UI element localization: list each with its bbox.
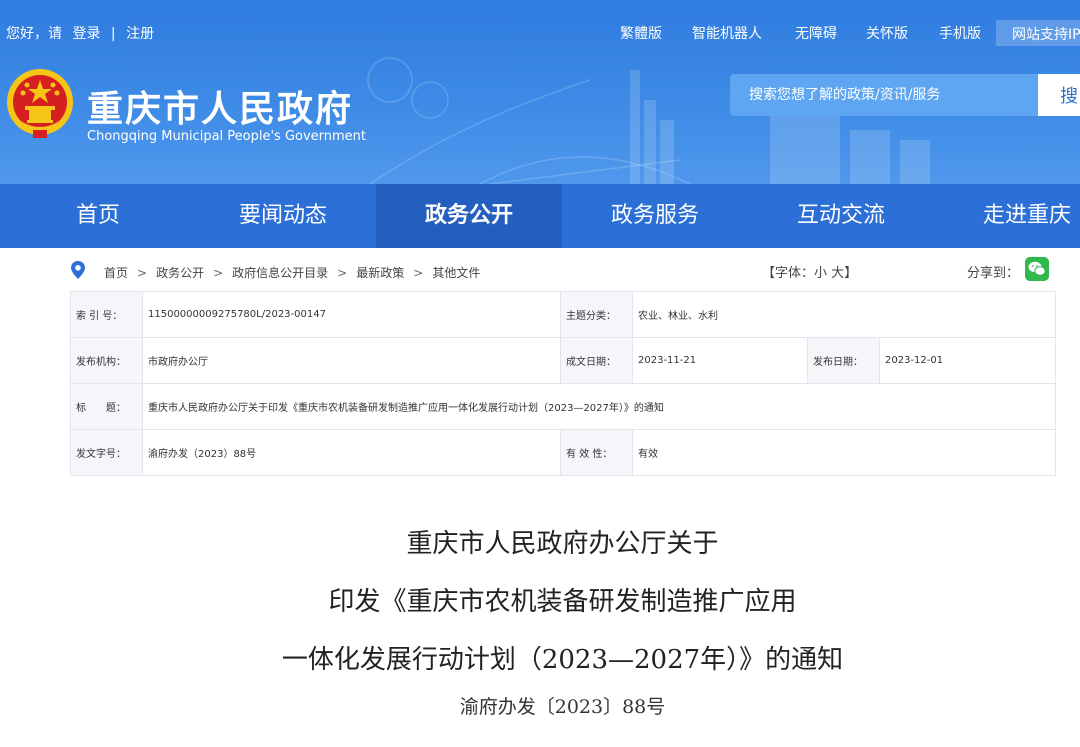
breadcrumb-latest-policy[interactable]: 最新政策 — [356, 264, 404, 281]
title-label: 标 题： — [70, 383, 143, 430]
wechat-icon[interactable] — [1025, 257, 1049, 281]
greeting-text: 您好，请 — [6, 26, 62, 42]
search-box — [730, 74, 1040, 116]
search-button[interactable]: 搜 — [1038, 74, 1080, 116]
nav-government-affairs[interactable]: 政务公开 — [376, 184, 562, 248]
table-row: 发布机构： 市政府办公厅 成文日期： 2023-11-21 发布日期： 2023… — [70, 337, 1057, 384]
breadcrumb-separator: > — [213, 266, 224, 280]
font-size-control: 【字体：小 大】 — [762, 262, 857, 281]
care-mode-link[interactable]: 关怀版 — [866, 23, 908, 43]
document-number-label: 发文字号： — [70, 429, 143, 476]
document-number: 渝府办发〔2023〕88号 — [459, 696, 666, 718]
nav-about-chongqing[interactable]: 走进重庆 — [934, 184, 1080, 248]
validity-label: 有 效 性： — [560, 429, 633, 476]
nav-home[interactable]: 首页 — [5, 184, 191, 248]
breadcrumb-separator: > — [413, 266, 424, 280]
published-date-label: 发布日期： — [807, 337, 880, 384]
search-input[interactable] — [730, 74, 1040, 116]
title-value: 重庆市人民政府办公厅关于印发《重庆市农机装备研发制造推广应用一体化发展行动计划（… — [141, 383, 1057, 430]
site-support-ip[interactable]: 网站支持IP — [996, 20, 1080, 46]
location-pin-icon — [71, 261, 85, 279]
breadcrumb-other-documents[interactable]: 其他文件 — [432, 264, 480, 281]
breadcrumb-home[interactable]: 首页 — [104, 264, 128, 281]
index-number-label: 索 引 号： — [70, 291, 143, 338]
breadcrumb: 首页 > 政务公开 > 政府信息公开目录 > 最新政策 > 其他文件 — [104, 264, 480, 281]
site-title[interactable]: 重庆市人民政府 — [87, 80, 353, 132]
document-title: 重庆市人民政府办公厅关于 印发《重庆市农机装备研发制造推广应用 一体化发展行动计… — [0, 520, 1080, 694]
topic-label: 主题分类： — [560, 291, 633, 338]
written-date-value: 2023-11-21 — [632, 337, 808, 384]
validity-value: 有效 — [631, 429, 1057, 476]
accessibility-link[interactable]: 无障碍 — [795, 23, 837, 43]
table-row: 标 题： 重庆市人民政府办公厅关于印发《重庆市农机装备研发制造推广应用一体化发展… — [70, 383, 1057, 430]
nav-news[interactable]: 要闻动态 — [190, 184, 376, 248]
breadcrumb-separator: > — [137, 266, 148, 280]
breadcrumb-government-affairs[interactable]: 政务公开 — [156, 264, 204, 281]
mobile-version-link[interactable]: 手机版 — [939, 23, 981, 43]
document-number-value: 渝府办发（2023）88号 — [142, 429, 561, 476]
login-divider: | — [110, 26, 116, 42]
login-link[interactable]: 登录 — [72, 26, 100, 42]
nav-services[interactable]: 政务服务 — [562, 184, 748, 248]
font-small-button[interactable]: 小 — [814, 266, 827, 281]
issuer-value: 市政府办公厅 — [142, 337, 561, 384]
site-header: 您好，请 登录 | 注册 繁體版 智能机器人 无障碍 关怀版 手机版 网站支持I… — [0, 0, 1080, 184]
site-subtitle: Chongqing Municipal People's Government — [87, 129, 367, 144]
font-size-label: 【字体： — [762, 266, 815, 281]
national-emblem-icon — [7, 69, 73, 138]
written-date-label: 成文日期： — [560, 337, 633, 384]
font-size-close: 】 — [844, 266, 858, 281]
topic-value: 农业、林业、水利 — [631, 291, 1057, 338]
published-date-value: 2023-12-01 — [878, 337, 1057, 384]
document-title-line-3: 一体化发展行动计划（2023—2027年）》的通知 — [281, 645, 844, 675]
share-label: 分享到： — [967, 266, 1020, 281]
register-link[interactable]: 注册 — [126, 26, 154, 42]
breadcrumb-row: 首页 > 政务公开 > 政府信息公开目录 > 最新政策 > 其他文件 【字体：小 大】 分享到： — [0, 252, 1080, 288]
top-bar: 您好，请 登录 | 注册 繁體版 智能机器人 无障碍 关怀版 手机版 网站支持I… — [0, 0, 1080, 62]
table-row: 发文字号： 渝府办发（2023）88号 有 效 性： 有效 — [70, 429, 1057, 476]
document-title-line-1: 重庆市人民政府办公厅关于 — [406, 529, 719, 559]
traditional-chinese-link[interactable]: 繁體版 — [620, 23, 662, 43]
breadcrumb-info-catalog[interactable]: 政府信息公开目录 — [232, 264, 328, 281]
breadcrumb-separator: > — [337, 266, 348, 280]
main-nav: 首页 要闻动态 政务公开 政务服务 互动交流 走进重庆 — [0, 184, 1080, 248]
issuer-label: 发布机构： — [70, 337, 143, 384]
document-info-table: 索 引 号： 11500000009275780L/2023-00147 主题分… — [70, 291, 1057, 476]
index-number-value: 11500000009275780L/2023-00147 — [142, 291, 561, 338]
nav-interaction[interactable]: 互动交流 — [748, 184, 934, 248]
font-large-button[interactable]: 大 — [831, 266, 844, 281]
smart-robot-link[interactable]: 智能机器人 — [692, 23, 762, 43]
login-area: 您好，请 登录 | 注册 — [6, 23, 160, 43]
document-title-line-2: 印发《重庆市农机装备研发制造推广应用 — [328, 587, 797, 617]
table-row: 索 引 号： 11500000009275780L/2023-00147 主题分… — [70, 291, 1057, 338]
